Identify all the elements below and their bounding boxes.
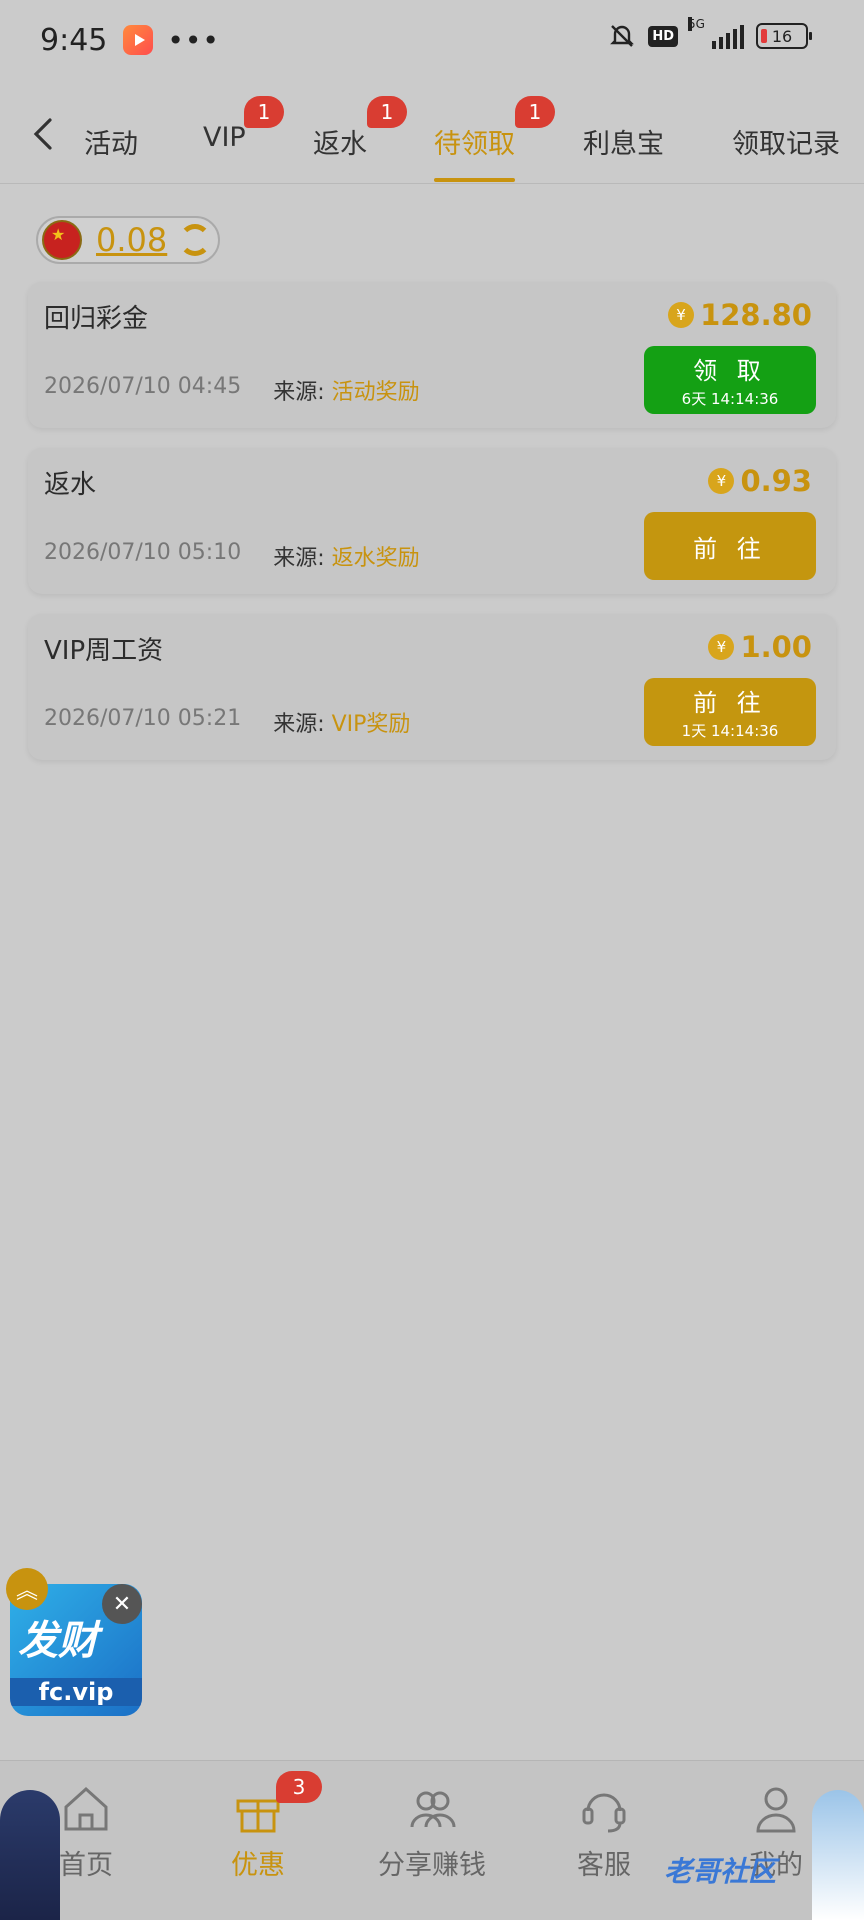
refresh-icon[interactable] [179, 224, 212, 256]
go-button-label: 前 往 [693, 689, 767, 717]
player-figure-right [812, 1790, 864, 1920]
nav-support-label: 客服 [577, 1850, 631, 1881]
status-bar: 9:45 ••• HD 5G 16 [0, 0, 864, 80]
tab-bar: 活动 VIP 1 返水 1 待领取 1 利息宝 领取记录 [0, 88, 864, 184]
reward-datetime: 2026/07/10 04:45 [44, 374, 242, 399]
nav-share[interactable]: 分享赚钱 [372, 1781, 492, 1882]
reward-source-label: 来源: [273, 546, 325, 571]
nav-share-label: 分享赚钱 [378, 1850, 486, 1881]
reward-amount-value: 128.80 [700, 298, 812, 332]
reward-source-label: 来源: [273, 380, 325, 405]
reward-source: 来源: 返水奖励 [273, 540, 419, 572]
balance-pill: 0.08 [36, 216, 220, 264]
video-app-icon [123, 25, 154, 55]
reward-source-value: 活动奖励 [331, 380, 420, 405]
go-button-label: 前 往 [693, 534, 767, 563]
status-time: 9:45 [40, 22, 108, 58]
tab-rebate-badge: 1 [367, 96, 407, 128]
tab-interest[interactable]: 利息宝 [583, 122, 664, 161]
reward-amount-value: 1.00 [740, 630, 812, 664]
tab-claim-history[interactable]: 领取记录 [732, 122, 840, 161]
go-button[interactable]: 前 往 1天 14:14:36 [644, 678, 816, 746]
reward-source: 来源: VIP奖励 [273, 706, 410, 738]
reward-title: VIP周工资 [44, 636, 164, 666]
tab-rebate[interactable]: 返水 [313, 122, 367, 161]
watermark: 老哥社区 [664, 1855, 777, 1888]
coin-icon: ¥ [708, 468, 735, 494]
reward-meta: 2026/07/10 04:45 来源: 活动奖励 [44, 374, 420, 406]
nav-support[interactable]: 客服 [544, 1781, 664, 1882]
reward-source-label: 来源: [273, 712, 325, 737]
claim-button[interactable]: 领 取 6天 14:14:36 [644, 346, 816, 414]
reward-datetime: 2026/07/10 05:21 [44, 706, 242, 731]
active-tab-indicator [434, 178, 515, 182]
reward-amount: ¥ 1.00 [708, 630, 812, 664]
hd-icon: HD [648, 25, 678, 47]
collapse-up-icon[interactable]: ︽ [6, 1568, 48, 1610]
reward-card: 回归彩金 ¥ 128.80 2026/07/10 04:45 来源: 活动奖励 … [28, 282, 836, 428]
user-icon [756, 1787, 796, 1833]
share-users-icon [410, 1791, 456, 1828]
back-arrow-icon[interactable] [28, 116, 58, 152]
reward-amount: ¥ 0.93 [708, 464, 812, 498]
floating-ad-url: fc.vip [10, 1678, 142, 1706]
network-type: 5G [688, 17, 705, 31]
claim-button-countdown: 6天 14:14:36 [681, 390, 779, 408]
coin-icon: ¥ [708, 634, 735, 660]
signal-icon: 5G [688, 17, 744, 49]
reward-source-value: VIP奖励 [331, 712, 411, 737]
home-icon [64, 1786, 108, 1831]
tab-activity[interactable]: 活动 [84, 122, 138, 161]
nav-home-label: 首页 [59, 1850, 113, 1881]
close-icon[interactable]: ✕ [102, 1584, 142, 1624]
reward-title: 回归彩金 [44, 304, 149, 334]
battery-level: 16 [771, 26, 793, 46]
bell-muted-icon [610, 25, 635, 47]
reward-source-value: 返水奖励 [331, 546, 420, 571]
go-button[interactable]: 前 往 [644, 512, 816, 580]
battery-icon: 16 [756, 23, 812, 49]
reward-datetime: 2026/07/10 05:10 [44, 540, 242, 565]
reward-meta: 2026/07/10 05:10 来源: 返水奖励 [44, 540, 420, 572]
go-button-countdown: 1天 14:14:36 [681, 722, 779, 740]
nav-promotions-badge: 3 [276, 1771, 322, 1803]
coin-icon: ¥ [668, 302, 695, 328]
china-flag-icon [42, 220, 82, 260]
bottom-nav: 首页 优惠 3 分享赚钱 客服 我的 [0, 1760, 864, 1920]
tab-pending-badge: 1 [515, 96, 555, 128]
reward-card: VIP周工资 ¥ 1.00 2026/07/10 05:21 来源: VIP奖励… [28, 614, 836, 760]
player-figure-left [0, 1790, 60, 1920]
headset-icon [582, 1793, 626, 1833]
floating-ad-logo: 发财 [18, 1618, 98, 1664]
reward-source: 来源: 活动奖励 [273, 374, 419, 406]
tab-vip[interactable]: VIP [203, 122, 246, 153]
reward-title: 返水 [44, 470, 97, 500]
tab-vip-badge: 1 [244, 96, 284, 128]
tab-pending[interactable]: 待领取 [434, 122, 515, 161]
nav-promotions-label: 优惠 [231, 1850, 285, 1881]
reward-meta: 2026/07/10 05:21 来源: VIP奖励 [44, 706, 410, 738]
reward-amount: ¥ 128.80 [668, 298, 812, 332]
reward-amount-value: 0.93 [740, 464, 812, 498]
balance-value[interactable]: 0.08 [96, 221, 167, 259]
reward-card: 返水 ¥ 0.93 2026/07/10 05:10 来源: 返水奖励 前 往 [28, 448, 836, 594]
status-icons: HD 5G 16 [608, 17, 812, 50]
claim-button-label: 领 取 [693, 357, 767, 385]
more-dots-icon: ••• [167, 23, 220, 57]
